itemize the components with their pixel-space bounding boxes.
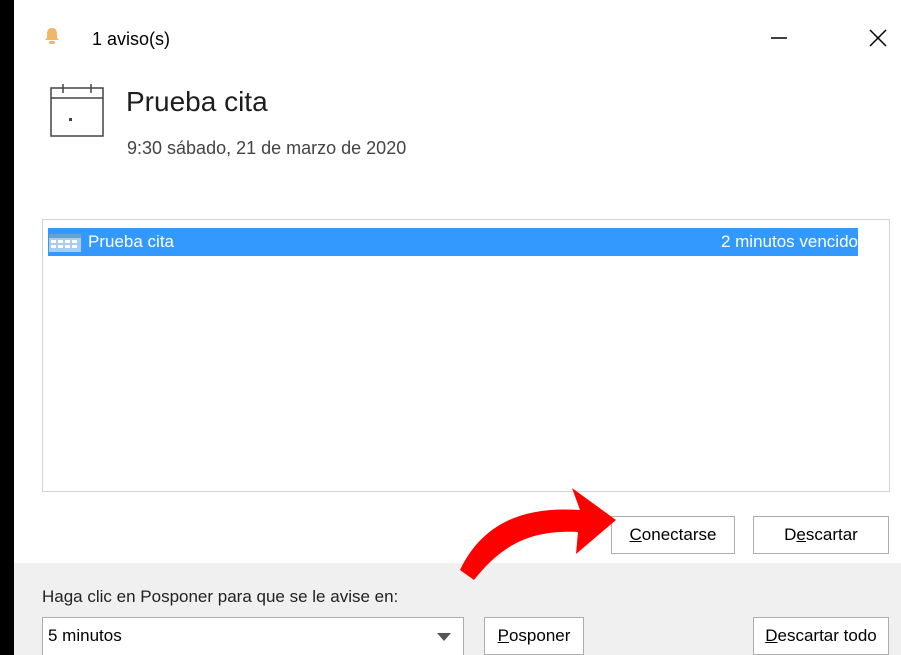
list-item[interactable]: Prueba cita 2 minutos vencido <box>48 228 858 256</box>
minimize-button[interactable] <box>756 18 802 58</box>
dismiss-all-label: escartar todo <box>777 626 877 645</box>
close-icon <box>869 29 887 47</box>
calendar-icon <box>50 84 104 137</box>
list-item-due: 2 minutos vencido <box>720 232 858 251</box>
bell-icon <box>45 28 59 44</box>
dismiss-pre: D <box>784 525 797 544</box>
snooze-label: Haga clic en Posponer para que se le avi… <box>42 587 399 606</box>
dismiss-all-button[interactable]: Descartar todo <box>753 617 889 655</box>
reminder-datetime: 9:30 sábado, 21 de marzo de 2020 <box>127 138 407 158</box>
snooze-select[interactable]: 5 minutos <box>42 617 464 655</box>
list-item-subject: Prueba cita <box>88 232 174 251</box>
reminder-list[interactable]: Prueba cita 2 minutos vencido <box>42 219 890 492</box>
calendar-icon <box>49 234 81 252</box>
snooze-value: 5 minutos <box>48 626 122 645</box>
minimize-icon <box>771 37 787 39</box>
dismiss-button[interactable]: De scartar <box>753 516 889 554</box>
join-label: onectarse <box>641 525 717 544</box>
snooze-button[interactable]: Posponer <box>484 617 584 655</box>
reminder-subject: Prueba cita <box>126 86 268 117</box>
title-bar: 1 aviso(s) <box>14 0 901 72</box>
dismiss-label: scartar <box>805 525 858 544</box>
close-button[interactable] <box>855 18 901 58</box>
window-title: 1 aviso(s) <box>92 29 171 49</box>
dismiss-all-accel: D <box>765 626 778 645</box>
dismiss-accel: e <box>796 525 806 544</box>
snooze-accel: P <box>497 626 509 645</box>
chevron-down-icon[interactable] <box>437 633 451 641</box>
reminder-window: 1 aviso(s) Prueba cita 9:30 sábado, 21 d… <box>14 0 901 655</box>
snooze-button-label: osponer <box>508 626 571 645</box>
red-arrow-annotation <box>460 488 616 580</box>
